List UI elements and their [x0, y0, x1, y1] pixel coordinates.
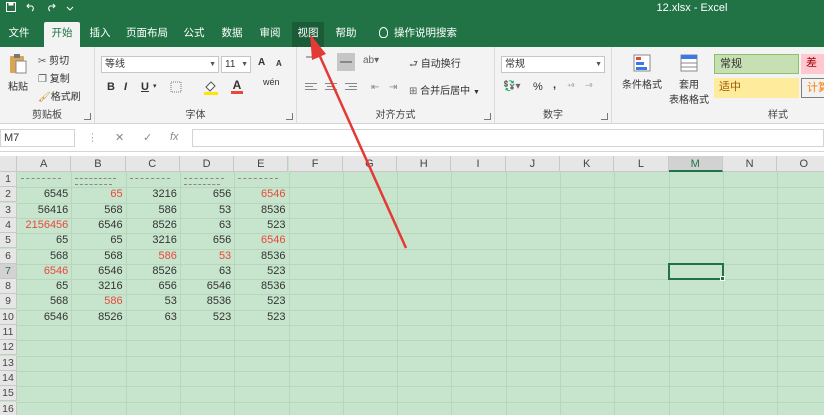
arrow-shaft [316, 51, 408, 249]
arrowhead-icon [310, 34, 326, 60]
annotation-arrow [310, 34, 408, 249]
